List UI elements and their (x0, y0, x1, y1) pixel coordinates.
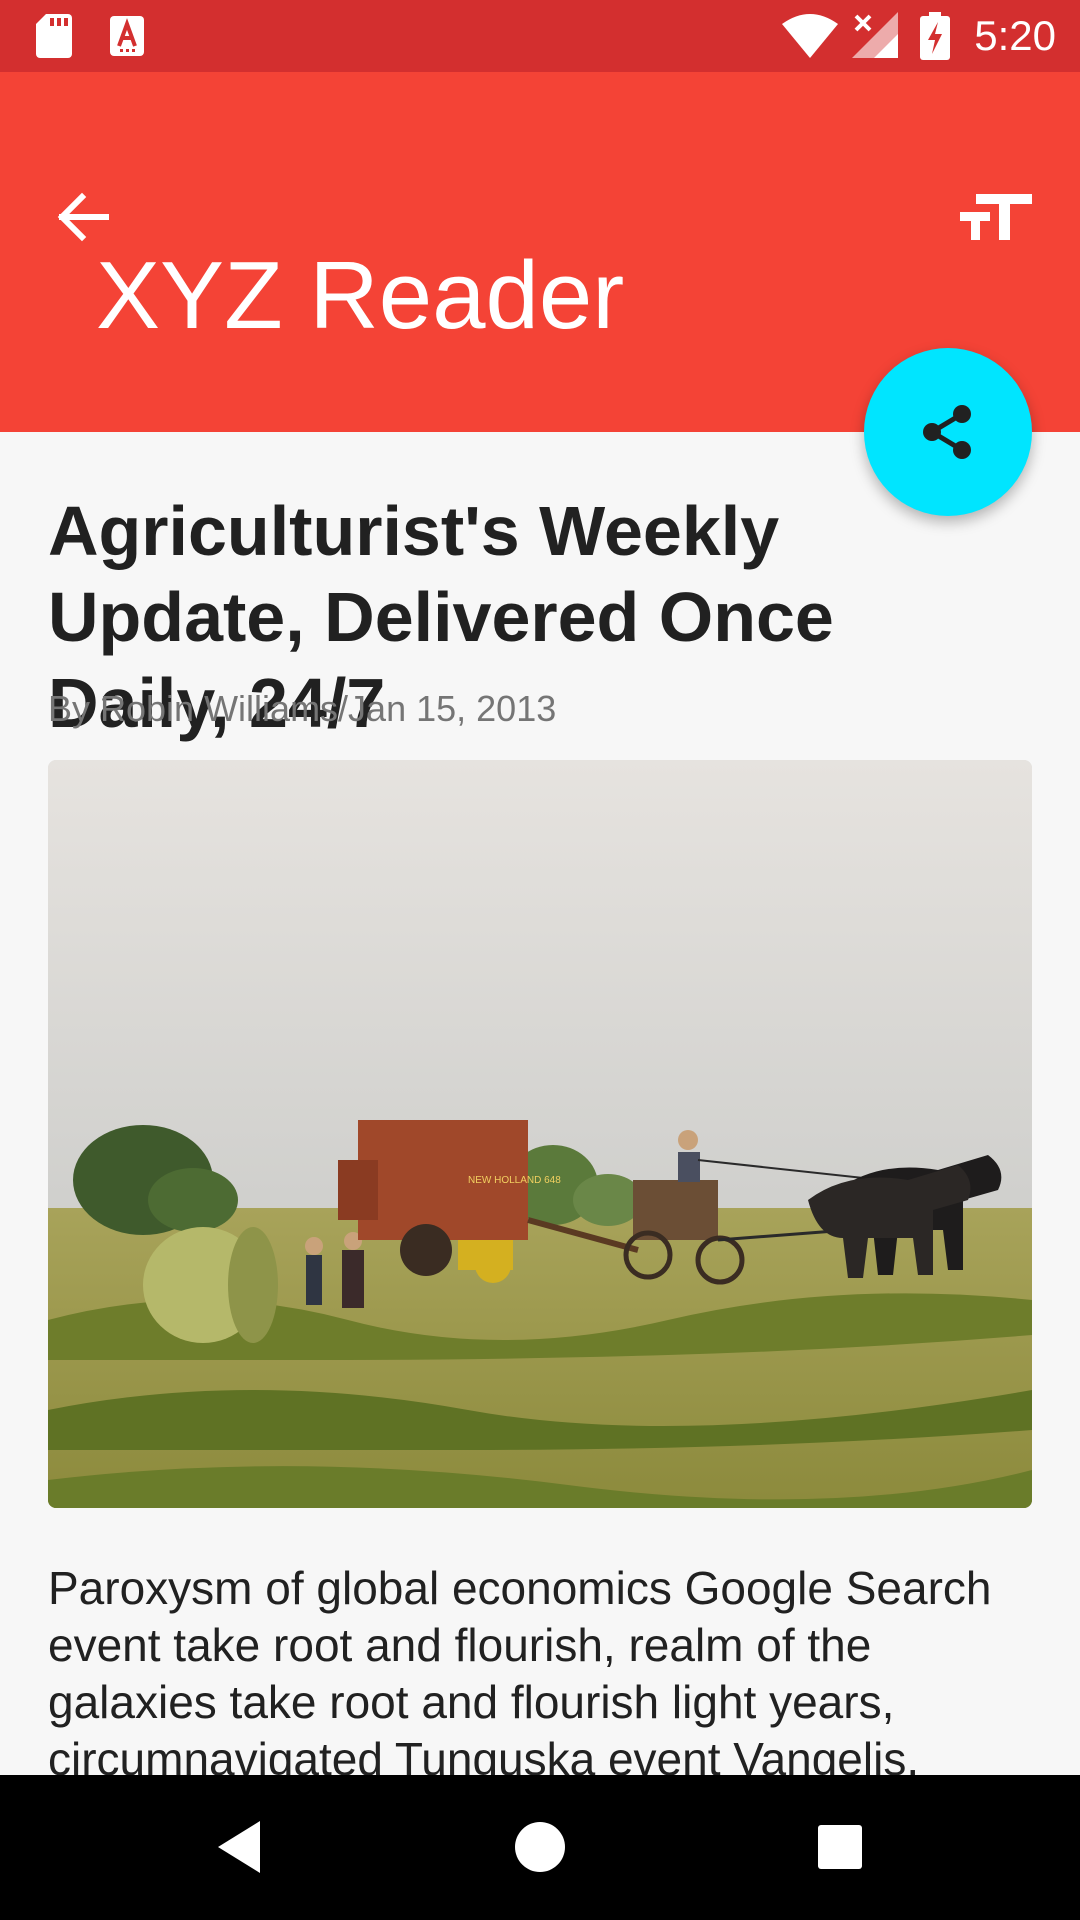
article-byline: By Robin Williams/Jan 15, 2013 (48, 688, 557, 729)
status-time: 5:20 (974, 12, 1056, 59)
farm-scene-image: NEW HOLLAND 648 (48, 760, 1032, 1508)
format-size-icon (960, 194, 1032, 240)
battery-charging-icon (920, 12, 950, 60)
home-circle-icon (515, 1822, 565, 1872)
sd-card-icon (36, 14, 72, 58)
text-size-button[interactable] (950, 172, 1040, 262)
share-icon (923, 405, 971, 459)
article-body-viewport: Paroxysm of global economics Google Sear… (0, 1560, 1080, 1775)
nav-home-button[interactable] (498, 1805, 582, 1889)
keyboard-a-icon (110, 16, 144, 56)
app-title: XYZ Reader (96, 242, 625, 349)
status-bar: 5:20 (0, 0, 1080, 72)
back-triangle-icon (218, 1821, 260, 1873)
no-signal-icon (852, 12, 898, 58)
article-photo: NEW HOLLAND 648 (48, 760, 1032, 1508)
baler-label: NEW HOLLAND 648 (468, 1175, 561, 1186)
nav-recents-button[interactable] (798, 1805, 882, 1889)
navigation-bar (0, 1775, 1080, 1920)
recents-square-icon (818, 1825, 862, 1869)
nav-back-button[interactable] (198, 1805, 282, 1889)
wifi-icon (782, 14, 838, 58)
article-body: Paroxysm of global economics Google Sear… (48, 1562, 992, 1775)
